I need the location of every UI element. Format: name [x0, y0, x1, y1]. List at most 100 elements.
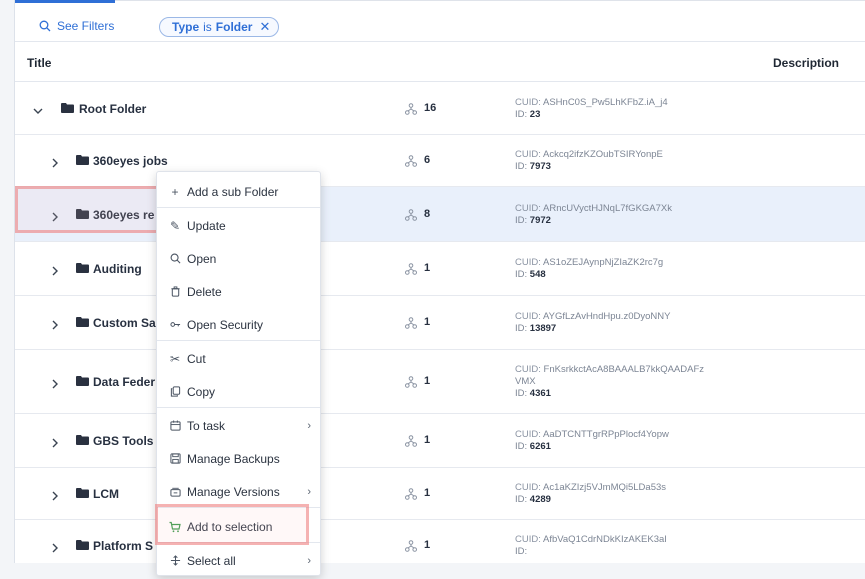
- menu-label: Delete: [187, 284, 222, 299]
- table-row[interactable]: Root Folder 16 CUID: ASHnC0S_Pw5LhKFbZ.iA_…: [15, 83, 865, 135]
- column-header-description[interactable]: Description: [773, 56, 839, 70]
- table-row[interactable]: 360eyes jobs 6 CUID: Ackcq2ifzKZOubTSIRYon…: [15, 135, 865, 187]
- menu-item-copy[interactable]: Copy: [157, 375, 320, 408]
- id-line: ID: 548: [515, 269, 546, 280]
- id-line: ID: 6261: [515, 441, 551, 452]
- highlight-add-to-selection: [155, 504, 309, 545]
- child-count: 1: [424, 262, 431, 274]
- table-row[interactable]: Custom Sa 1 CUID: AYGfLzAvHndHpu.z0DyoNNY I…: [15, 296, 865, 350]
- active-tab-indicator: [15, 0, 115, 3]
- menu-label: Select all: [187, 553, 236, 568]
- hierarchy-icon: [405, 263, 417, 275]
- table-header: Title Description: [15, 44, 865, 82]
- table-row[interactable]: LCM 1 CUID: Ac1aKZIzj5VJmMQi5LDa53s ID: 428…: [15, 468, 865, 520]
- key-icon: [169, 319, 181, 331]
- search-icon: [39, 20, 51, 32]
- folder-name[interactable]: GBS Tools: [93, 434, 153, 448]
- cuid-line-cont: VMX: [515, 376, 536, 387]
- menu-divider: [157, 340, 320, 341]
- folder-name[interactable]: Data Feder: [93, 375, 155, 389]
- chevron-right-icon[interactable]: [50, 156, 60, 171]
- hierarchy-icon: [405, 317, 417, 329]
- chevron-right-icon[interactable]: [50, 436, 60, 451]
- hierarchy-icon: [405, 376, 417, 388]
- menu-label: Add a sub Folder: [187, 184, 279, 199]
- chevron-right-icon: ›: [307, 419, 311, 432]
- folders-panel: See Filters Type is Folder ✕ Title Descr…: [14, 0, 865, 563]
- folder-icon: [61, 103, 74, 113]
- id-line: ID:: [515, 546, 528, 557]
- child-count: 8: [424, 208, 431, 220]
- folder-identifiers: CUID: AaDTCNTTgrRPpPlocf4Yopw ID: 6261: [515, 429, 765, 453]
- folder-identifiers: CUID: Ac1aKZIzj5VJmMQi5LDa53s ID: 4289: [515, 482, 765, 506]
- calendar-icon: [169, 420, 181, 432]
- cuid-line: CUID: Ackcq2ifzKZOubTSIRYonpE: [515, 149, 663, 160]
- folder-icon: [76, 317, 89, 327]
- folder-name[interactable]: Custom Sa: [93, 316, 156, 330]
- folder-name[interactable]: 360eyes jobs: [93, 154, 168, 168]
- cuid-line: CUID: ASHnC0S_Pw5LhKFbZ.iA_j4: [515, 97, 668, 108]
- menu-divider: [157, 207, 320, 208]
- folder-identifiers: CUID: Ackcq2ifzKZOubTSIRYonpE ID: 7973: [515, 149, 765, 173]
- folder-icon: [76, 263, 89, 273]
- folder-name[interactable]: LCM: [93, 487, 119, 501]
- id-line: ID: 4361: [515, 388, 551, 399]
- table-row[interactable]: Platform S 1 CUID: AfbVaQ1CdrNDkKIzAKEK3aI…: [15, 520, 865, 563]
- see-filters-label: See Filters: [57, 19, 115, 33]
- chevron-down-icon[interactable]: [33, 104, 43, 119]
- menu-item-open-security[interactable]: Open Security: [157, 308, 320, 341]
- child-count: 1: [424, 487, 431, 499]
- folder-identifiers: CUID: ARncUVyctHJNqL7fGKGA7Xk ID: 7972: [515, 203, 765, 227]
- close-icon[interactable]: ✕: [259, 19, 270, 35]
- search-icon: [169, 253, 181, 265]
- child-count: 1: [424, 434, 431, 446]
- id-line: ID: 7973: [515, 161, 551, 172]
- id-line: ID: 4289: [515, 494, 551, 505]
- menu-label: Open Security: [187, 317, 264, 332]
- cuid-line: CUID: AS1oZEJAynpNjZIaZK2rc7g: [515, 257, 664, 268]
- menu-item-delete[interactable]: Delete: [157, 275, 320, 308]
- folder-name[interactable]: Auditing: [93, 262, 142, 276]
- folder-name[interactable]: Root Folder: [79, 102, 146, 116]
- folder-icon: [76, 376, 89, 386]
- folder-name[interactable]: Platform S: [93, 539, 153, 553]
- menu-item-to-task[interactable]: To task ›: [157, 409, 320, 442]
- plus-icon: +: [171, 184, 179, 199]
- menu-label: Manage Versions: [187, 484, 280, 499]
- folder-identifiers: CUID: AS1oZEJAynpNjZIaZK2rc7g ID: 548: [515, 257, 765, 281]
- column-header-title[interactable]: Title: [27, 56, 51, 70]
- hierarchy-icon: [405, 540, 417, 552]
- folder-icon: [76, 540, 89, 550]
- menu-item-select-all[interactable]: Select all ›: [157, 544, 320, 577]
- see-filters-button[interactable]: See Filters: [39, 19, 114, 33]
- menu-item-cut[interactable]: ✂ Cut: [157, 342, 320, 375]
- chip-field: Type: [172, 20, 200, 34]
- chip-value: Folder: [215, 20, 253, 34]
- filter-bar: See Filters Type is Folder ✕: [15, 8, 865, 42]
- chevron-right-icon[interactable]: [50, 489, 60, 504]
- cuid-line: CUID: Ac1aKZIzj5VJmMQi5LDa53s: [515, 482, 667, 493]
- folder-identifiers: CUID: ASHnC0S_Pw5LhKFbZ.iA_j4 ID: 23: [515, 97, 765, 121]
- child-count: 1: [424, 316, 431, 328]
- menu-item-add-sub-folder[interactable]: + Add a sub Folder: [157, 175, 320, 208]
- menu-label: Manage Backups: [187, 451, 280, 466]
- table-row[interactable]: GBS Tools 1 CUID: AaDTCNTTgrRPpPlocf4Yopw I…: [15, 414, 865, 468]
- table-row[interactable]: Auditing 1 CUID: AS1oZEJAynpNjZIaZK2rc7g ID…: [15, 242, 865, 296]
- chip-operator: is: [203, 20, 212, 34]
- hierarchy-icon: [405, 103, 417, 115]
- chevron-right-icon[interactable]: [50, 541, 60, 556]
- chevron-right-icon[interactable]: [50, 377, 60, 392]
- folder-icon: [76, 155, 89, 165]
- menu-item-update[interactable]: ✎ Update: [157, 209, 320, 242]
- folder-icon: [76, 435, 89, 445]
- chevron-right-icon[interactable]: [50, 318, 60, 333]
- table-row[interactable]: Data Feder 1 CUID: FnKsrkkctAcA8BAAALB7kkQ…: [15, 350, 865, 414]
- chevron-right-icon[interactable]: [50, 264, 60, 279]
- type-filter-chip[interactable]: Type is Folder ✕: [159, 17, 280, 37]
- cuid-line: CUID: AaDTCNTTgrRPpPlocf4Yopw: [515, 429, 669, 440]
- scissors-icon: ✂: [169, 351, 181, 366]
- menu-item-open[interactable]: Open: [157, 242, 320, 275]
- menu-item-manage-backups[interactable]: Manage Backups: [157, 442, 320, 475]
- top-divider: [115, 0, 865, 1]
- child-count: 1: [424, 375, 431, 387]
